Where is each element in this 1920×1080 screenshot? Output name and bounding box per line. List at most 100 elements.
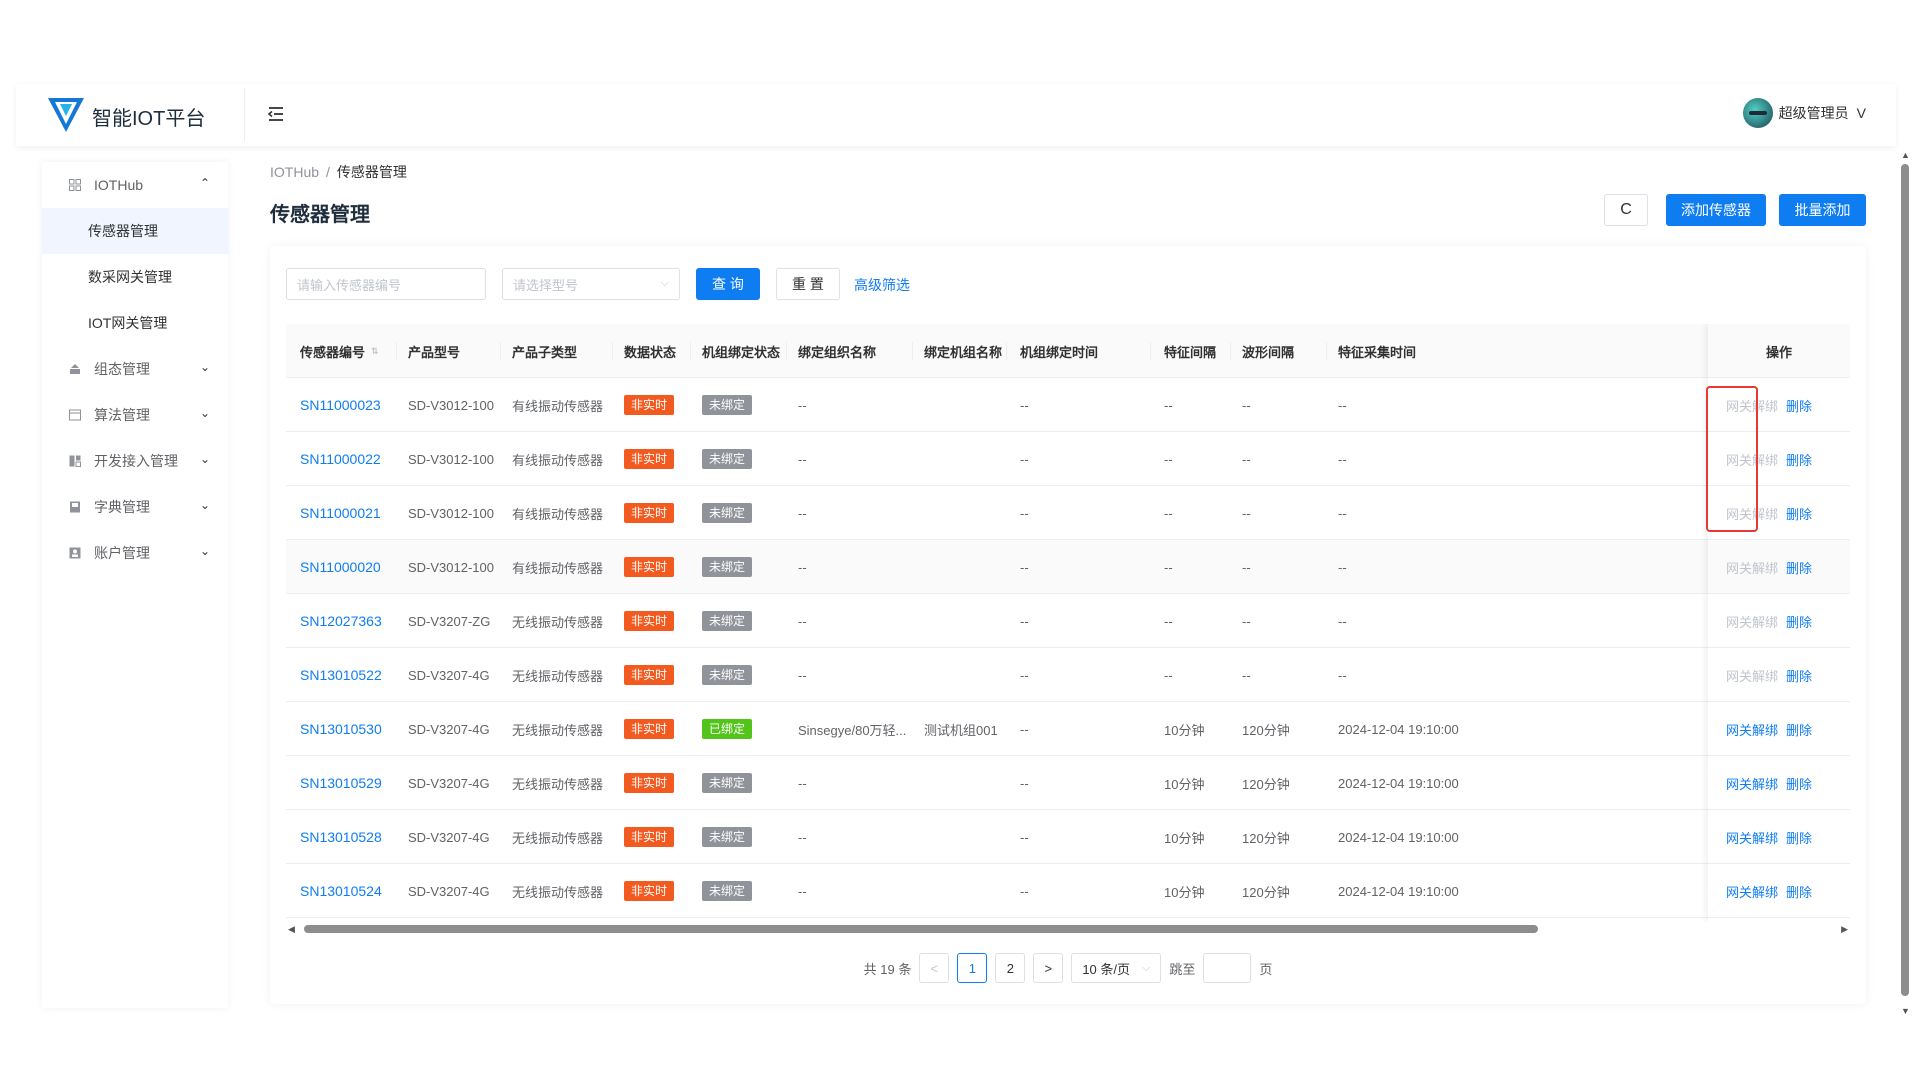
- avatar[interactable]: [1742, 98, 1773, 128]
- delete-link[interactable]: 删除: [1786, 774, 1812, 793]
- refresh-button[interactable]: C: [1604, 194, 1648, 226]
- cell-sn[interactable]: SN13010522: [300, 648, 396, 702]
- menu-fold-icon[interactable]: [266, 104, 286, 124]
- cell-feature-interval: --: [1164, 540, 1230, 594]
- scroll-up-icon[interactable]: ▲: [1901, 150, 1910, 160]
- cell-sn[interactable]: SN13010524: [300, 864, 396, 918]
- sidebar-group-algorithm[interactable]: 算法管理 ⌄: [42, 392, 228, 438]
- gateway-unbind-link[interactable]: 网关解绑: [1726, 450, 1778, 469]
- cell-sn[interactable]: SN13010528: [300, 810, 396, 864]
- batch-add-button[interactable]: 批量添加: [1779, 194, 1866, 226]
- cell-sn[interactable]: SN11000023: [300, 378, 396, 432]
- user-menu[interactable]: 超级管理员 V: [1742, 98, 1866, 128]
- delete-link[interactable]: 删除: [1786, 666, 1812, 685]
- delete-link[interactable]: 删除: [1786, 504, 1812, 523]
- cell-sn-text[interactable]: SN11000022: [300, 451, 381, 467]
- cell-sn-text[interactable]: SN12027363: [300, 613, 382, 629]
- sidebar-group-label: 算法管理: [94, 407, 150, 423]
- sidebar-item-sensor-management[interactable]: 传感器管理: [42, 208, 228, 254]
- add-sensor-button[interactable]: 添加传感器: [1666, 194, 1766, 226]
- cell-unit: [924, 432, 1014, 486]
- chevron-down-icon[interactable]: V: [1857, 105, 1866, 121]
- cell-wave-interval-text: 120分钟: [1242, 776, 1290, 792]
- sidebar-item-iot-gateway[interactable]: IOT网关管理: [42, 300, 228, 346]
- table-row: SN13010529 SD-V3207-4G 无线振动传感器 非实时 未绑定 -- -- 10…: [286, 756, 1850, 810]
- gateway-unbind-link[interactable]: 网关解绑: [1726, 504, 1778, 523]
- scroll-down-icon[interactable]: ▼: [1901, 1006, 1910, 1016]
- delete-link[interactable]: 删除: [1786, 612, 1812, 631]
- page-1-button[interactable]: 1: [957, 953, 988, 983]
- cell-sn-text[interactable]: SN11000020: [300, 559, 381, 575]
- sort-icon[interactable]: ⇅: [371, 347, 379, 356]
- bind-status-badge: 未绑定: [702, 540, 786, 594]
- delete-link[interactable]: 删除: [1786, 882, 1812, 901]
- gateway-unbind-link[interactable]: 网关解绑: [1726, 666, 1778, 685]
- cell-sn-text[interactable]: SN11000021: [300, 505, 381, 521]
- sidebar-item-data-gateway[interactable]: 数采网关管理: [42, 254, 228, 300]
- col-header-bind-time: 机组绑定时间: [1020, 344, 1099, 360]
- cell-org-text: --: [798, 667, 807, 683]
- col-header-sn[interactable]: 传感器编号 ⇅: [300, 324, 390, 378]
- user-name[interactable]: 超级管理员: [1779, 103, 1849, 123]
- sidebar-group-dictionary[interactable]: 字典管理 ⌄: [42, 484, 228, 530]
- sidebar-group-iothub[interactable]: IOTHub ⌃: [42, 162, 228, 208]
- cell-actions: 网关解绑 删除: [1726, 810, 1850, 864]
- sidebar-group-config[interactable]: 组态管理 ⌄: [42, 346, 228, 392]
- gateway-unbind-link[interactable]: 网关解绑: [1726, 558, 1778, 577]
- bind-status-badge: 未绑定: [702, 864, 786, 918]
- cell-wave-interval: --: [1242, 648, 1322, 702]
- jump-page-input[interactable]: [1203, 953, 1252, 983]
- prev-page-button[interactable]: <: [919, 953, 950, 983]
- scroll-right-icon[interactable]: ▶: [1841, 924, 1848, 935]
- advanced-filter-link[interactable]: 高级筛选: [854, 275, 910, 295]
- gateway-unbind-link[interactable]: 网关解绑: [1726, 720, 1778, 739]
- horizontal-scroll-thumb[interactable]: [304, 925, 1538, 933]
- reset-button[interactable]: 重 置: [776, 268, 840, 300]
- delete-link[interactable]: 删除: [1786, 558, 1812, 577]
- model-select[interactable]: 请选择型号 ⌵: [502, 268, 680, 300]
- sidebar-item-label: 传感器管理: [88, 223, 158, 239]
- page-vertical-scrollbar[interactable]: ▲ ▼: [1898, 150, 1912, 1016]
- cell-sn[interactable]: SN11000021: [300, 486, 396, 540]
- next-page-button[interactable]: >: [1033, 953, 1064, 983]
- page-2-button[interactable]: 2: [995, 953, 1026, 983]
- data-status-badge: 非实时: [624, 486, 690, 540]
- cell-sn[interactable]: SN11000020: [300, 540, 396, 594]
- delete-link[interactable]: 删除: [1786, 828, 1812, 847]
- horizontal-scrollbar[interactable]: ◀ ▶: [286, 922, 1850, 936]
- cell-sn-text[interactable]: SN13010522: [300, 667, 382, 683]
- gateway-unbind-link[interactable]: 网关解绑: [1726, 828, 1778, 847]
- sensor-sn-input[interactable]: 请输入传感器编号: [286, 268, 486, 300]
- delete-link[interactable]: 删除: [1786, 720, 1812, 739]
- gateway-unbind-link[interactable]: 网关解绑: [1726, 882, 1778, 901]
- cell-sn[interactable]: SN13010530: [300, 702, 396, 756]
- cell-feature-interval-text: --: [1164, 613, 1173, 629]
- gateway-unbind-link[interactable]: 网关解绑: [1726, 612, 1778, 631]
- cell-feature-time: 2024-12-04 19:10:00: [1338, 864, 1488, 918]
- cell-sn-text[interactable]: SN13010528: [300, 829, 382, 845]
- cell-sn-text[interactable]: SN13010530: [300, 721, 382, 737]
- cell-sn[interactable]: SN13010529: [300, 756, 396, 810]
- cell-sn-text[interactable]: SN13010524: [300, 883, 382, 899]
- cell-sn-text[interactable]: SN13010529: [300, 775, 382, 791]
- cell-sn-text[interactable]: SN11000023: [300, 397, 381, 413]
- cell-feature-interval-text: 10分钟: [1164, 830, 1205, 846]
- breadcrumb: IOTHub / 传感器管理: [270, 162, 407, 182]
- delete-link[interactable]: 删除: [1786, 450, 1812, 469]
- sidebar-group-account[interactable]: 账户管理 ⌄: [42, 530, 228, 576]
- page-title: 传感器管理: [270, 204, 370, 226]
- cell-sn[interactable]: SN11000022: [300, 432, 396, 486]
- delete-link[interactable]: 删除: [1786, 396, 1812, 415]
- cell-org: --: [798, 432, 920, 486]
- gateway-unbind-link[interactable]: 网关解绑: [1726, 396, 1778, 415]
- sidebar-group-dev-access[interactable]: 开发接入管理 ⌄: [42, 438, 228, 484]
- page-size-select[interactable]: 10 条/页 ⌵: [1071, 953, 1162, 983]
- cell-bind-time: --: [1020, 648, 1140, 702]
- query-button[interactable]: 查 询: [696, 268, 760, 300]
- cell-sn[interactable]: SN12027363: [300, 594, 396, 648]
- cell-wave-interval: 120分钟: [1242, 864, 1322, 918]
- breadcrumb-root[interactable]: IOTHub: [270, 164, 319, 180]
- scroll-left-icon[interactable]: ◀: [288, 924, 295, 935]
- gateway-unbind-link[interactable]: 网关解绑: [1726, 774, 1778, 793]
- vertical-scroll-thumb[interactable]: [1901, 164, 1909, 996]
